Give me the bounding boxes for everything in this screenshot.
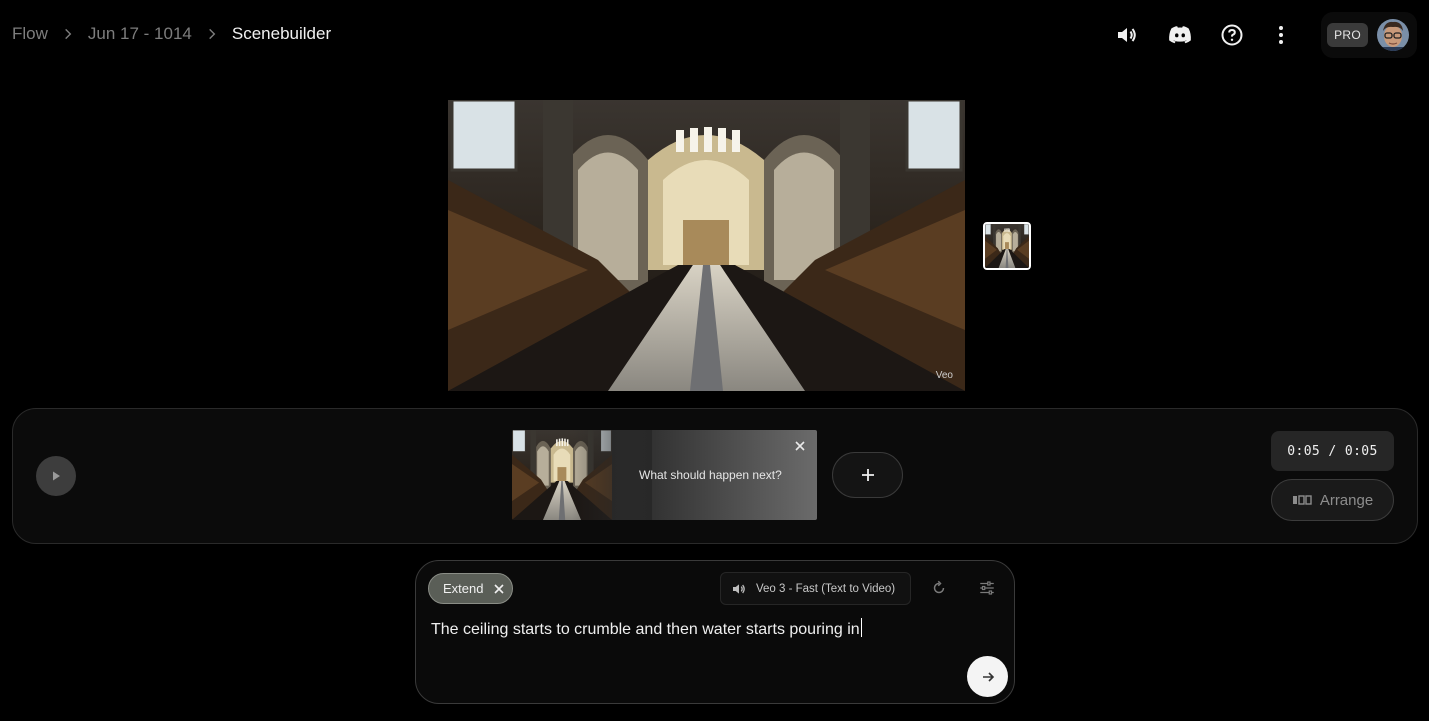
arrange-button[interactable]: Arrange bbox=[1271, 479, 1394, 521]
plus-icon bbox=[861, 469, 874, 481]
account-chip[interactable]: PRO bbox=[1321, 12, 1417, 58]
close-icon[interactable] bbox=[793, 439, 807, 453]
volume-icon[interactable] bbox=[1113, 21, 1141, 49]
time-display: 0:05 / 0:05 bbox=[1271, 431, 1394, 471]
arrange-icon bbox=[1292, 495, 1312, 505]
chevron-right-icon bbox=[192, 27, 232, 41]
breadcrumb: Flow Jun 17 - 1014 Scenebuilder bbox=[12, 22, 331, 46]
extend-label: Extend bbox=[443, 581, 484, 596]
play-icon bbox=[53, 471, 60, 481]
veo-watermark: Veo bbox=[935, 370, 953, 381]
pro-badge: PRO bbox=[1327, 23, 1368, 47]
avatar[interactable] bbox=[1377, 19, 1409, 51]
discord-icon[interactable] bbox=[1165, 21, 1195, 49]
scene-thumbnail[interactable] bbox=[983, 222, 1031, 270]
arrange-label: Arrange bbox=[1319, 491, 1374, 509]
breadcrumb-current: Scenebuilder bbox=[231, 24, 332, 43]
send-button[interactable] bbox=[967, 656, 1008, 697]
model-label: Veo 3 - Fast (Text to Video) bbox=[756, 582, 896, 595]
text-caret bbox=[860, 618, 863, 637]
model-selector[interactable]: Veo 3 - Fast (Text to Video) bbox=[720, 572, 911, 605]
arrow-right-icon bbox=[982, 671, 994, 682]
close-icon[interactable] bbox=[493, 583, 505, 595]
prompt-value: The ceiling starts to crumble and then w… bbox=[431, 621, 860, 638]
next-clip-prompt: What should happen next? bbox=[639, 468, 782, 482]
timeline-panel: What should happen next? 0:05 / 0:05 Arr… bbox=[12, 408, 1418, 544]
volume-icon bbox=[733, 583, 745, 594]
prompt-composer: Extend Veo 3 - Fast (Text to Video) The … bbox=[415, 560, 1015, 704]
play-button[interactable] bbox=[36, 456, 76, 496]
settings-sliders-icon[interactable] bbox=[977, 578, 997, 598]
next-clip-card[interactable]: What should happen next? bbox=[512, 430, 817, 520]
add-clip-button[interactable] bbox=[832, 452, 903, 498]
breadcrumb-flow[interactable]: Flow bbox=[12, 24, 48, 44]
breadcrumb-project[interactable]: Jun 17 - 1014 bbox=[88, 24, 192, 44]
video-preview[interactable]: Veo bbox=[448, 100, 965, 391]
help-icon[interactable] bbox=[1218, 21, 1246, 49]
more-vert-icon[interactable] bbox=[1267, 21, 1295, 49]
chevron-right-icon bbox=[48, 27, 88, 41]
prompt-input[interactable]: The ceiling starts to crumble and then w… bbox=[431, 618, 863, 639]
extend-mode-chip[interactable]: Extend bbox=[428, 573, 513, 604]
refresh-icon[interactable] bbox=[929, 578, 949, 598]
